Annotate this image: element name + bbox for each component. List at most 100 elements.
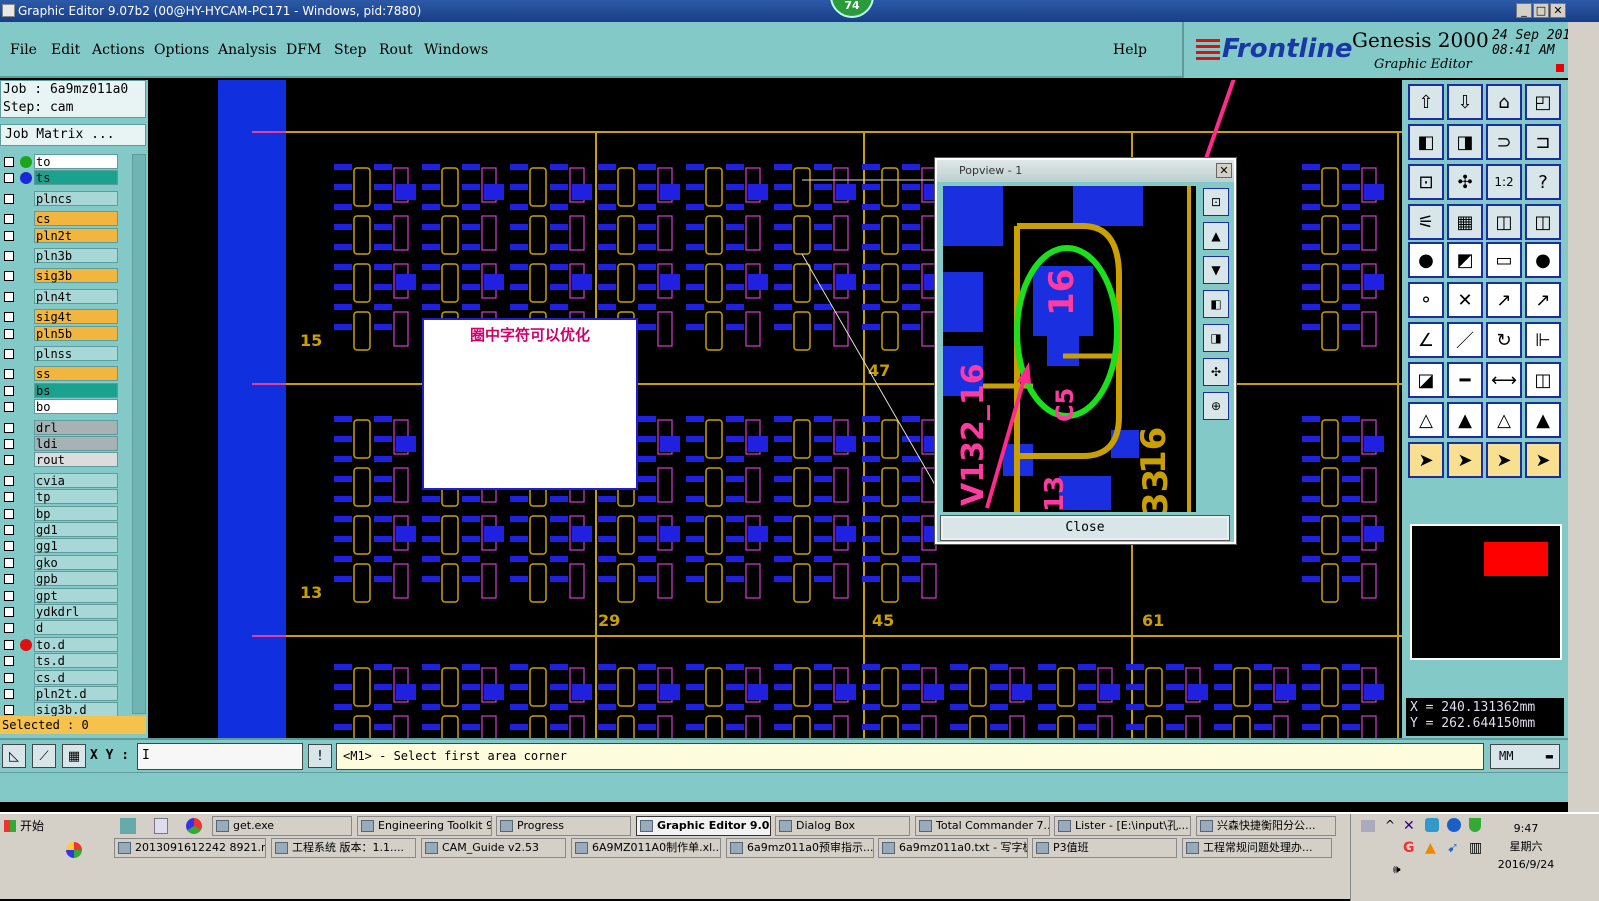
popview-pan-left-icon[interactable]: ◧ xyxy=(1203,290,1229,318)
taskbar-item[interactable]: Dialog Box xyxy=(775,816,910,836)
close-button[interactable]: ✕ xyxy=(1550,3,1566,18)
quicklaunch-icon-4[interactable] xyxy=(66,842,82,858)
taskbar-item[interactable]: 6A9MZ011A0制作单.xl... xyxy=(571,838,721,858)
layer-row-gd1[interactable]: gd1 xyxy=(0,522,120,538)
taskbar-item[interactable]: 工程常规问题处理办... xyxy=(1182,838,1332,858)
layer-checkbox[interactable] xyxy=(4,422,14,433)
layers-b-icon[interactable]: ◫ xyxy=(1525,204,1561,240)
taskbar-item[interactable]: CAM_Guide v2.53 xyxy=(421,838,566,858)
layer-checkbox[interactable] xyxy=(4,475,14,486)
layer-checkbox[interactable] xyxy=(4,402,14,413)
tri-a-icon[interactable]: △ xyxy=(1408,402,1444,438)
zoom-next-icon[interactable]: ⊐ xyxy=(1525,124,1561,160)
layer-checkbox[interactable] xyxy=(4,369,14,380)
quicklaunch-icon-2[interactable] xyxy=(154,818,168,834)
taskbar-item[interactable]: Progress xyxy=(496,816,631,836)
shape-a-icon[interactable]: ◪ xyxy=(1408,362,1444,398)
layer-checkbox[interactable] xyxy=(4,639,14,650)
layer-checkbox[interactable] xyxy=(4,574,14,585)
layer-checkbox[interactable] xyxy=(4,214,14,225)
layer-checkbox[interactable] xyxy=(4,656,14,667)
menu-dfm[interactable]: DFM xyxy=(286,42,321,58)
popview-home-icon[interactable]: ⊕ xyxy=(1203,392,1229,420)
xy-input[interactable]: I xyxy=(137,743,303,770)
grid-icon[interactable]: ▦ xyxy=(1447,204,1483,240)
layer-checkbox[interactable] xyxy=(4,439,14,449)
slash-icon[interactable]: ／ xyxy=(1447,322,1483,358)
layer-row-bp[interactable]: bp xyxy=(0,505,120,522)
layer-row-sig3b[interactable]: sig3b xyxy=(0,268,120,284)
navigator-view-rect[interactable] xyxy=(1484,542,1548,576)
popview-close-icon[interactable]: ✕ xyxy=(1216,163,1232,178)
layer-checkbox[interactable] xyxy=(4,492,14,503)
layer-row-to-d[interactable]: to.d xyxy=(0,636,120,653)
taskbar-item[interactable]: 6a9mz011a0预审指示.... xyxy=(726,838,874,858)
popview-canvas[interactable]: 16 C5 V132_16 16 33 13 xyxy=(943,186,1196,512)
menu-step[interactable]: Step xyxy=(334,42,366,58)
tri-d-icon[interactable]: ▲ xyxy=(1525,402,1561,438)
layer-row-d[interactable]: d xyxy=(0,620,120,636)
layer-row-pln3b[interactable]: pln3b xyxy=(0,248,120,264)
dot-icon[interactable]: ● xyxy=(1525,242,1561,278)
network-icon[interactable] xyxy=(1361,820,1375,832)
menu-file[interactable]: File xyxy=(10,42,37,58)
layer-checkbox[interactable] xyxy=(4,173,14,184)
home-icon[interactable]: ⌂ xyxy=(1486,84,1522,120)
grid-icon[interactable]: ▦ xyxy=(62,744,86,768)
layer-row-cvia[interactable]: cvia xyxy=(0,472,120,489)
cross-icon[interactable]: ✕ xyxy=(1447,282,1483,318)
layer-checkbox[interactable] xyxy=(4,193,14,204)
tray-g-icon[interactable]: G xyxy=(1403,840,1415,856)
popview-zoom-fit-icon[interactable]: ⊡ xyxy=(1203,188,1229,216)
fit-icon[interactable]: ⊡ xyxy=(1408,164,1444,200)
layer-checkbox[interactable] xyxy=(4,312,14,323)
pad-icon[interactable]: ● xyxy=(1408,242,1444,278)
ruler-icon[interactable]: ⚟ xyxy=(1408,204,1444,240)
layer-row-gko[interactable]: gko xyxy=(0,554,120,571)
menu-analysis[interactable]: Analysis xyxy=(218,42,277,58)
layer-checkbox[interactable] xyxy=(4,525,14,535)
sel-b-icon[interactable]: ➤ xyxy=(1447,442,1483,478)
sel-d-icon[interactable]: ➤ xyxy=(1525,442,1561,478)
popview-zoom-out-icon[interactable]: ▼ xyxy=(1203,256,1229,284)
tray-a-icon[interactable]: ▲ xyxy=(1425,840,1436,856)
layer-checkbox[interactable] xyxy=(4,590,14,601)
layer-checkbox[interactable] xyxy=(4,689,14,699)
layer-checkbox[interactable] xyxy=(4,541,14,552)
layer-checkbox[interactable] xyxy=(4,251,14,261)
shield-icon[interactable] xyxy=(1469,818,1481,832)
layer-row-pln4t[interactable]: pln4t xyxy=(0,288,120,305)
zoom-up-icon[interactable]: ⇧ xyxy=(1408,84,1444,120)
layer-row-ldi[interactable]: ldi xyxy=(0,436,120,452)
taskbar-item[interactable]: get.exe xyxy=(212,816,352,836)
tray-arrow-icon[interactable]: ➹ xyxy=(1447,840,1459,856)
taskbar-item[interactable]: Total Commander 7.... xyxy=(915,816,1050,836)
center-icon[interactable]: ✣ xyxy=(1447,164,1483,200)
layer-row-ts-d[interactable]: ts.d xyxy=(0,653,120,669)
layer-checkbox[interactable] xyxy=(4,557,14,568)
layer-checkbox[interactable] xyxy=(4,291,14,302)
layer-row-gpb[interactable]: gpb xyxy=(0,571,120,587)
zoom-prev-icon[interactable]: ⊃ xyxy=(1486,124,1522,160)
navigator-window[interactable] xyxy=(1410,524,1562,660)
line-meas-icon[interactable]: ▭ xyxy=(1486,242,1522,278)
layer-checkbox[interactable] xyxy=(4,271,14,282)
rotate-icon[interactable]: ↻ xyxy=(1486,322,1522,358)
layer-row-pln2t[interactable]: pln2t xyxy=(0,227,120,244)
layer-row-pln2t-d[interactable]: pln2t.d xyxy=(0,686,120,702)
zoom-down-icon[interactable]: ⇩ xyxy=(1447,84,1483,120)
volume-icon[interactable]: 🕪 xyxy=(1393,862,1401,877)
vec-a-icon[interactable]: ↗ xyxy=(1486,282,1522,318)
tray-app-icon[interactable] xyxy=(1425,818,1439,832)
taskbar-item[interactable]: P3值班 xyxy=(1032,838,1177,858)
tray-x-icon[interactable]: ✕ xyxy=(1403,818,1415,834)
sel-c-icon[interactable]: ➤ xyxy=(1486,442,1522,478)
start-button[interactable]: 开始 xyxy=(2,816,48,836)
taskbar-item[interactable]: 6a9mz011a0.txt - 写字板 xyxy=(878,838,1028,858)
info-icon[interactable]: ! xyxy=(308,744,332,768)
layer-checkbox[interactable] xyxy=(4,705,14,716)
units-dropdown[interactable]: MM ▬ xyxy=(1490,744,1560,769)
layer-checkbox[interactable] xyxy=(4,385,14,396)
layer-checkbox[interactable] xyxy=(4,455,14,466)
taskbar-item[interactable]: Graphic Editor 9.07... xyxy=(636,816,771,836)
